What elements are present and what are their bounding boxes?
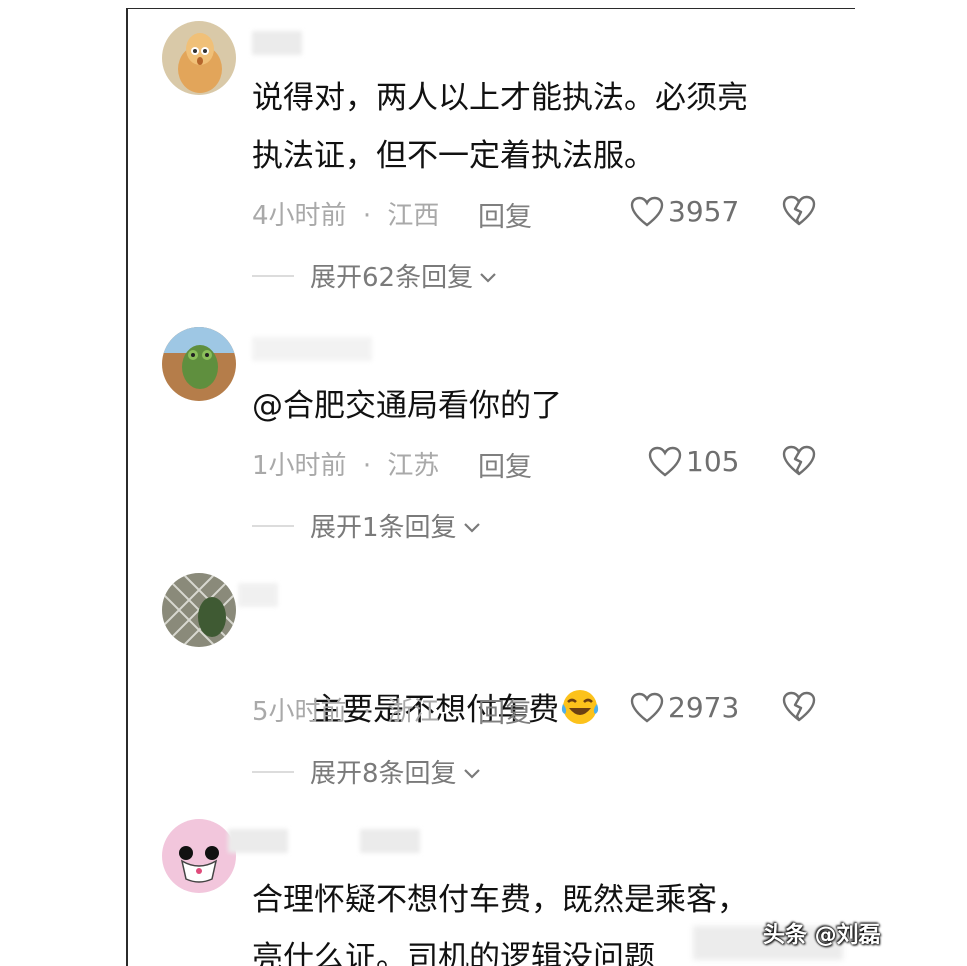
username-blurred — [252, 337, 372, 361]
divider-dash — [252, 274, 294, 277]
broken-heart-icon — [782, 691, 816, 723]
dislike-button[interactable] — [782, 445, 816, 477]
chevron-down-icon — [463, 757, 481, 787]
chevron-down-icon — [479, 261, 497, 291]
comment-meta: 4小时前 · 江西 — [252, 195, 439, 232]
like-button[interactable]: 105 — [648, 445, 739, 478]
expand-label: 展开62条回复 — [310, 263, 474, 293]
avatar[interactable] — [162, 573, 236, 647]
heart-outline-icon — [648, 446, 682, 478]
expand-label: 展开8条回复 — [310, 759, 457, 789]
comment-location: 江苏 — [387, 451, 440, 481]
username-blurred — [360, 829, 420, 853]
like-button[interactable]: 2973 — [630, 691, 739, 724]
meta-separator: · — [362, 697, 372, 727]
like-count: 3957 — [668, 195, 740, 228]
reply-button[interactable]: 回复 — [478, 195, 532, 234]
like-count: 2973 — [668, 691, 740, 724]
like-button[interactable]: 3957 — [630, 195, 739, 228]
username-blurred — [238, 583, 278, 607]
username-blurred — [252, 31, 302, 55]
like-count: 105 — [686, 445, 740, 478]
dislike-button[interactable] — [782, 691, 816, 723]
broken-heart-icon — [782, 195, 816, 227]
dislike-button[interactable] — [782, 195, 816, 227]
comment-time: 1小时前 — [252, 451, 347, 481]
reply-button[interactable]: 回复 — [478, 691, 532, 730]
watermark: 头条 @刘磊 — [763, 923, 881, 948]
laughing-tears-emoji-icon — [559, 686, 601, 745]
heart-outline-icon — [630, 692, 664, 724]
comment-meta: 1小时前 · 江苏 — [252, 445, 439, 482]
expand-label: 展开1条回复 — [310, 513, 457, 543]
comment-time: 5小时前 — [252, 697, 347, 727]
comment-list: 说得对，两人以上才能执法。必须亮 执法证，但不一定着执法服。 4小时前 · 江西… — [126, 8, 855, 966]
heart-outline-icon — [630, 196, 664, 228]
avatar[interactable] — [162, 819, 236, 893]
chevron-down-icon — [463, 511, 481, 541]
expand-replies-button[interactable]: 展开1条回复 — [252, 507, 481, 544]
divider-dash — [252, 770, 294, 773]
divider-dash — [252, 524, 294, 527]
expand-replies-button[interactable]: 展开8条回复 — [252, 753, 481, 790]
broken-heart-icon — [782, 445, 816, 477]
expand-replies-button[interactable]: 展开62条回复 — [252, 257, 497, 294]
username-blurred — [228, 829, 288, 853]
comment-location: 江西 — [387, 201, 440, 231]
comment-text: @合肥交通局看你的了 — [252, 388, 562, 424]
avatar[interactable] — [162, 21, 236, 95]
comment-meta: 5小时前 · 浙江 — [252, 691, 439, 728]
reply-button[interactable]: 回复 — [478, 445, 532, 484]
comment-text: 说得对，两人以上才能执法。必须亮 执法证，但不一定着执法服。 — [252, 80, 748, 174]
avatar[interactable] — [162, 327, 236, 401]
comment-time: 4小时前 — [252, 201, 347, 231]
meta-separator: · — [362, 201, 372, 231]
meta-separator: · — [362, 451, 372, 481]
comment-location: 浙江 — [387, 697, 440, 727]
